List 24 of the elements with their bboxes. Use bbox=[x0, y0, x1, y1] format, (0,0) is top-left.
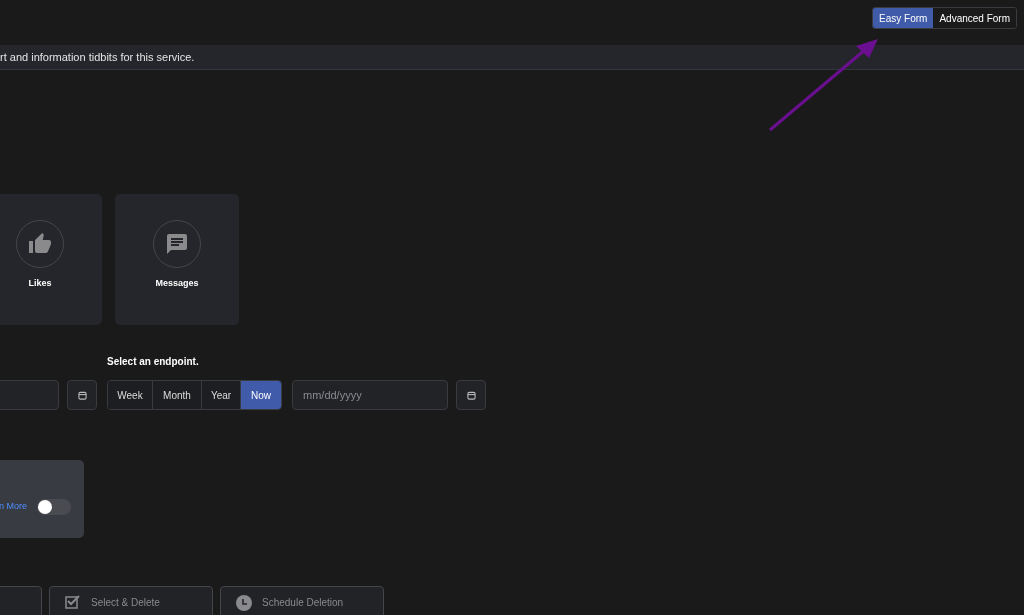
action-button[interactable]: Schedule Deletion bbox=[220, 586, 384, 615]
checkbox-icon bbox=[65, 595, 81, 609]
calendar-icon bbox=[77, 390, 87, 400]
category-card[interactable]: Messages bbox=[115, 194, 239, 325]
form-mode-tab[interactable]: Easy Form bbox=[873, 8, 934, 28]
thumbs-up-icon bbox=[28, 232, 52, 256]
learn-more-link[interactable]: n More bbox=[0, 500, 27, 514]
category-label: Likes bbox=[28, 277, 52, 290]
calendar-button[interactable] bbox=[456, 380, 486, 410]
calendar-button[interactable] bbox=[67, 380, 97, 410]
toggle-switch[interactable] bbox=[37, 499, 71, 515]
chat-bubble-icon bbox=[165, 232, 189, 256]
range-tab[interactable]: Year bbox=[201, 381, 240, 409]
action-button[interactable]: Select & Delete bbox=[49, 586, 213, 615]
calendar-icon bbox=[466, 390, 476, 400]
clock-icon bbox=[236, 595, 252, 611]
range-tab[interactable]: Month bbox=[152, 381, 201, 409]
endpoint-label: Select an endpoint. bbox=[107, 356, 199, 367]
range-tab[interactable]: Now bbox=[240, 381, 281, 409]
range-tab[interactable]: Week bbox=[108, 381, 152, 409]
banner-text: rt and information tidbits for this service. bbox=[0, 49, 195, 65]
date-input-field[interactable]: mm/dd/yyyy bbox=[292, 380, 448, 410]
category-label: Messages bbox=[155, 277, 199, 290]
category-card[interactable]: Likes bbox=[0, 194, 102, 325]
